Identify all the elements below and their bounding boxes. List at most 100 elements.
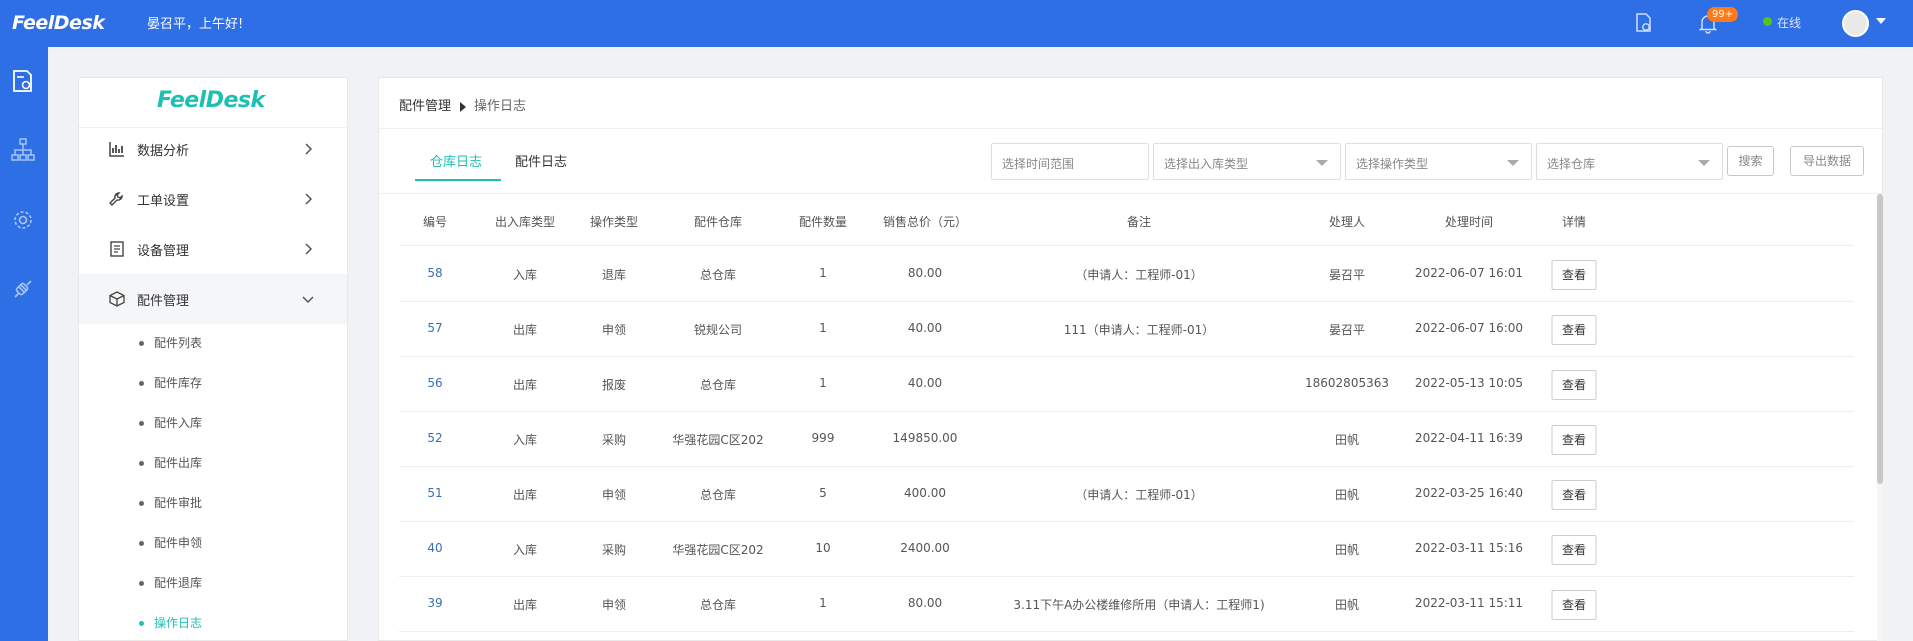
breadcrumb: 配件管理 操作日志 bbox=[399, 95, 526, 114]
submenu-operation-log[interactable]: 操作日志 bbox=[79, 603, 347, 641]
app-logo[interactable]: FeelDesk bbox=[12, 12, 105, 34]
submenu-parts-claim[interactable]: 配件申领 bbox=[79, 523, 347, 563]
cell-time: 2022-03-25 16:40 bbox=[1414, 486, 1524, 500]
dropdown-caret-icon bbox=[1698, 160, 1710, 166]
submenu-label: 操作日志 bbox=[154, 616, 203, 630]
breadcrumb-parent[interactable]: 配件管理 bbox=[399, 99, 451, 114]
column-header: 配件数量 bbox=[798, 215, 848, 229]
column-header: 处理人 bbox=[1328, 215, 1366, 229]
bar-chart-icon bbox=[109, 142, 124, 157]
main-panel: 配件管理 操作日志 仓库日志 配件日志 选择时间范围 选择出入库类型 选择操作类型… bbox=[378, 77, 1883, 641]
op-type-placeholder: 选择操作类型 bbox=[1356, 157, 1429, 171]
submenu-parts-inbound[interactable]: 配件入库 bbox=[79, 403, 347, 443]
cell-op-type: 报废 bbox=[601, 378, 627, 392]
bullet-icon bbox=[139, 541, 144, 546]
breadcrumb-current: 操作日志 bbox=[474, 99, 527, 114]
notification-badge: 99+ bbox=[1707, 7, 1739, 22]
view-button[interactable]: 查看 bbox=[1551, 425, 1597, 455]
active-tab-indicator bbox=[415, 179, 501, 181]
scrollbar-thumb[interactable] bbox=[1877, 194, 1883, 484]
cell-quantity: 1 bbox=[819, 376, 827, 390]
op-type-select[interactable]: 选择操作类型 bbox=[1345, 143, 1532, 180]
cell-op-type: 申领 bbox=[601, 488, 627, 502]
table-row: 57 出库 申领 锐规公司 1 40.00 111（申请人：工程师-01） 晏召… bbox=[399, 302, 1854, 357]
dropdown-caret-icon bbox=[1316, 160, 1328, 166]
menu-item-device-management[interactable]: 设备管理 bbox=[79, 224, 347, 274]
cell-io-type: 出库 bbox=[512, 323, 538, 337]
column-header: 编号 bbox=[422, 215, 448, 229]
warehouse-placeholder: 选择仓库 bbox=[1547, 157, 1596, 171]
greeting-text: 晏召平，上午好! bbox=[147, 17, 244, 32]
submenu-parts-approval[interactable]: 配件审批 bbox=[79, 483, 347, 523]
menu-item-label: 工单设置 bbox=[137, 194, 190, 209]
cell-warehouse: 锐规公司 bbox=[693, 323, 743, 337]
submenu-parts-list[interactable]: 配件列表 bbox=[79, 323, 347, 363]
view-button[interactable]: 查看 bbox=[1551, 480, 1597, 510]
cell-note: （申请人：工程师-01） bbox=[1075, 488, 1203, 502]
submenu-parts-return[interactable]: 配件退库 bbox=[79, 563, 347, 603]
cell-handler: 田帆 bbox=[1334, 543, 1360, 557]
cell-op-type: 采购 bbox=[601, 433, 627, 447]
table-row: 39 出库 申领 总仓库 1 80.00 3.11下午A办公楼维修所用（申请人：… bbox=[399, 577, 1854, 632]
view-button[interactable]: 查看 bbox=[1551, 535, 1597, 565]
tab-warehouse-log[interactable]: 仓库日志 bbox=[430, 151, 482, 181]
gear-icon[interactable] bbox=[9, 206, 37, 234]
column-header: 详情 bbox=[1561, 215, 1587, 229]
online-status-text[interactable]: 在线 bbox=[1777, 14, 1801, 31]
menu-item-parts-management[interactable]: 配件管理 bbox=[79, 274, 347, 324]
cell-io-type: 入库 bbox=[512, 268, 538, 282]
submenu-parts-stock[interactable]: 配件库存 bbox=[79, 363, 347, 403]
chevron-down-icon[interactable] bbox=[1876, 18, 1886, 24]
device-icon bbox=[110, 241, 124, 257]
cell-total: 2400.00 bbox=[900, 541, 950, 555]
table-header: 编号 出入库类型 操作类型 配件仓库 配件数量 销售总价（元） 备注 处理人 处… bbox=[399, 194, 1854, 246]
search-button[interactable]: 搜索 bbox=[1727, 146, 1774, 176]
bullet-icon bbox=[139, 501, 144, 506]
document-settings-icon[interactable] bbox=[9, 67, 37, 95]
plug-icon[interactable] bbox=[9, 275, 37, 303]
menu-item-data-analysis[interactable]: 数据分析 bbox=[79, 124, 347, 174]
cell-quantity: 1 bbox=[819, 321, 827, 335]
column-header: 处理时间 bbox=[1444, 215, 1494, 229]
cell-op-type: 采购 bbox=[601, 543, 627, 557]
cell-time: 2022-05-13 10:05 bbox=[1414, 376, 1524, 390]
date-range-picker[interactable]: 选择时间范围 bbox=[991, 143, 1149, 180]
divider bbox=[379, 128, 1882, 129]
view-button[interactable]: 查看 bbox=[1551, 370, 1597, 400]
menu-item-ticket-settings[interactable]: 工单设置 bbox=[79, 174, 347, 224]
table-row: 52 入库 采购 华强花园C区202 999 149850.00 田帆 2022… bbox=[399, 412, 1854, 467]
view-button[interactable]: 查看 bbox=[1551, 590, 1597, 620]
menu-item-label: 配件管理 bbox=[137, 294, 190, 309]
view-button[interactable]: 查看 bbox=[1551, 260, 1597, 290]
tab-parts-log[interactable]: 配件日志 bbox=[515, 151, 567, 181]
bullet-icon bbox=[139, 621, 144, 626]
file-settings-icon[interactable] bbox=[1631, 11, 1655, 35]
cell-warehouse: 总仓库 bbox=[699, 378, 737, 392]
cell-handler: 18602805363 bbox=[1305, 376, 1389, 390]
table-row: 58 入库 退库 总仓库 1 80.00 （申请人：工程师-01） 晏召平 20… bbox=[399, 247, 1854, 302]
cell-quantity: 1 bbox=[819, 596, 827, 610]
io-type-select[interactable]: 选择出入库类型 bbox=[1153, 143, 1341, 180]
submenu-parts-outbound[interactable]: 配件出库 bbox=[79, 443, 347, 483]
view-button[interactable]: 查看 bbox=[1551, 315, 1597, 345]
dropdown-caret-icon bbox=[1507, 160, 1519, 166]
cell-io-type: 入库 bbox=[512, 543, 538, 557]
online-status-dot bbox=[1763, 17, 1772, 26]
cell-time: 2022-03-11 15:11 bbox=[1414, 596, 1524, 610]
cell-time: 2022-03-11 15:16 bbox=[1414, 541, 1524, 555]
avatar[interactable] bbox=[1842, 10, 1869, 37]
table-scrollbar[interactable] bbox=[1877, 194, 1883, 641]
chevron-right-icon bbox=[305, 143, 313, 155]
top-bar: FeelDesk 晏召平，上午好! 99+ 在线 bbox=[0, 0, 1913, 47]
warehouse-select[interactable]: 选择仓库 bbox=[1536, 143, 1723, 180]
cell-id: 39 bbox=[427, 596, 443, 610]
bullet-icon bbox=[139, 461, 144, 466]
cell-id: 56 bbox=[427, 376, 443, 390]
cell-total: 149850.00 bbox=[892, 431, 958, 445]
icon-rail bbox=[0, 47, 48, 641]
cell-io-type: 出库 bbox=[512, 378, 538, 392]
org-chart-icon[interactable] bbox=[9, 136, 37, 164]
export-button[interactable]: 导出数据 bbox=[1790, 146, 1864, 176]
cell-handler: 田帆 bbox=[1334, 598, 1360, 612]
cell-warehouse: 华强花园C区202 bbox=[672, 433, 764, 447]
